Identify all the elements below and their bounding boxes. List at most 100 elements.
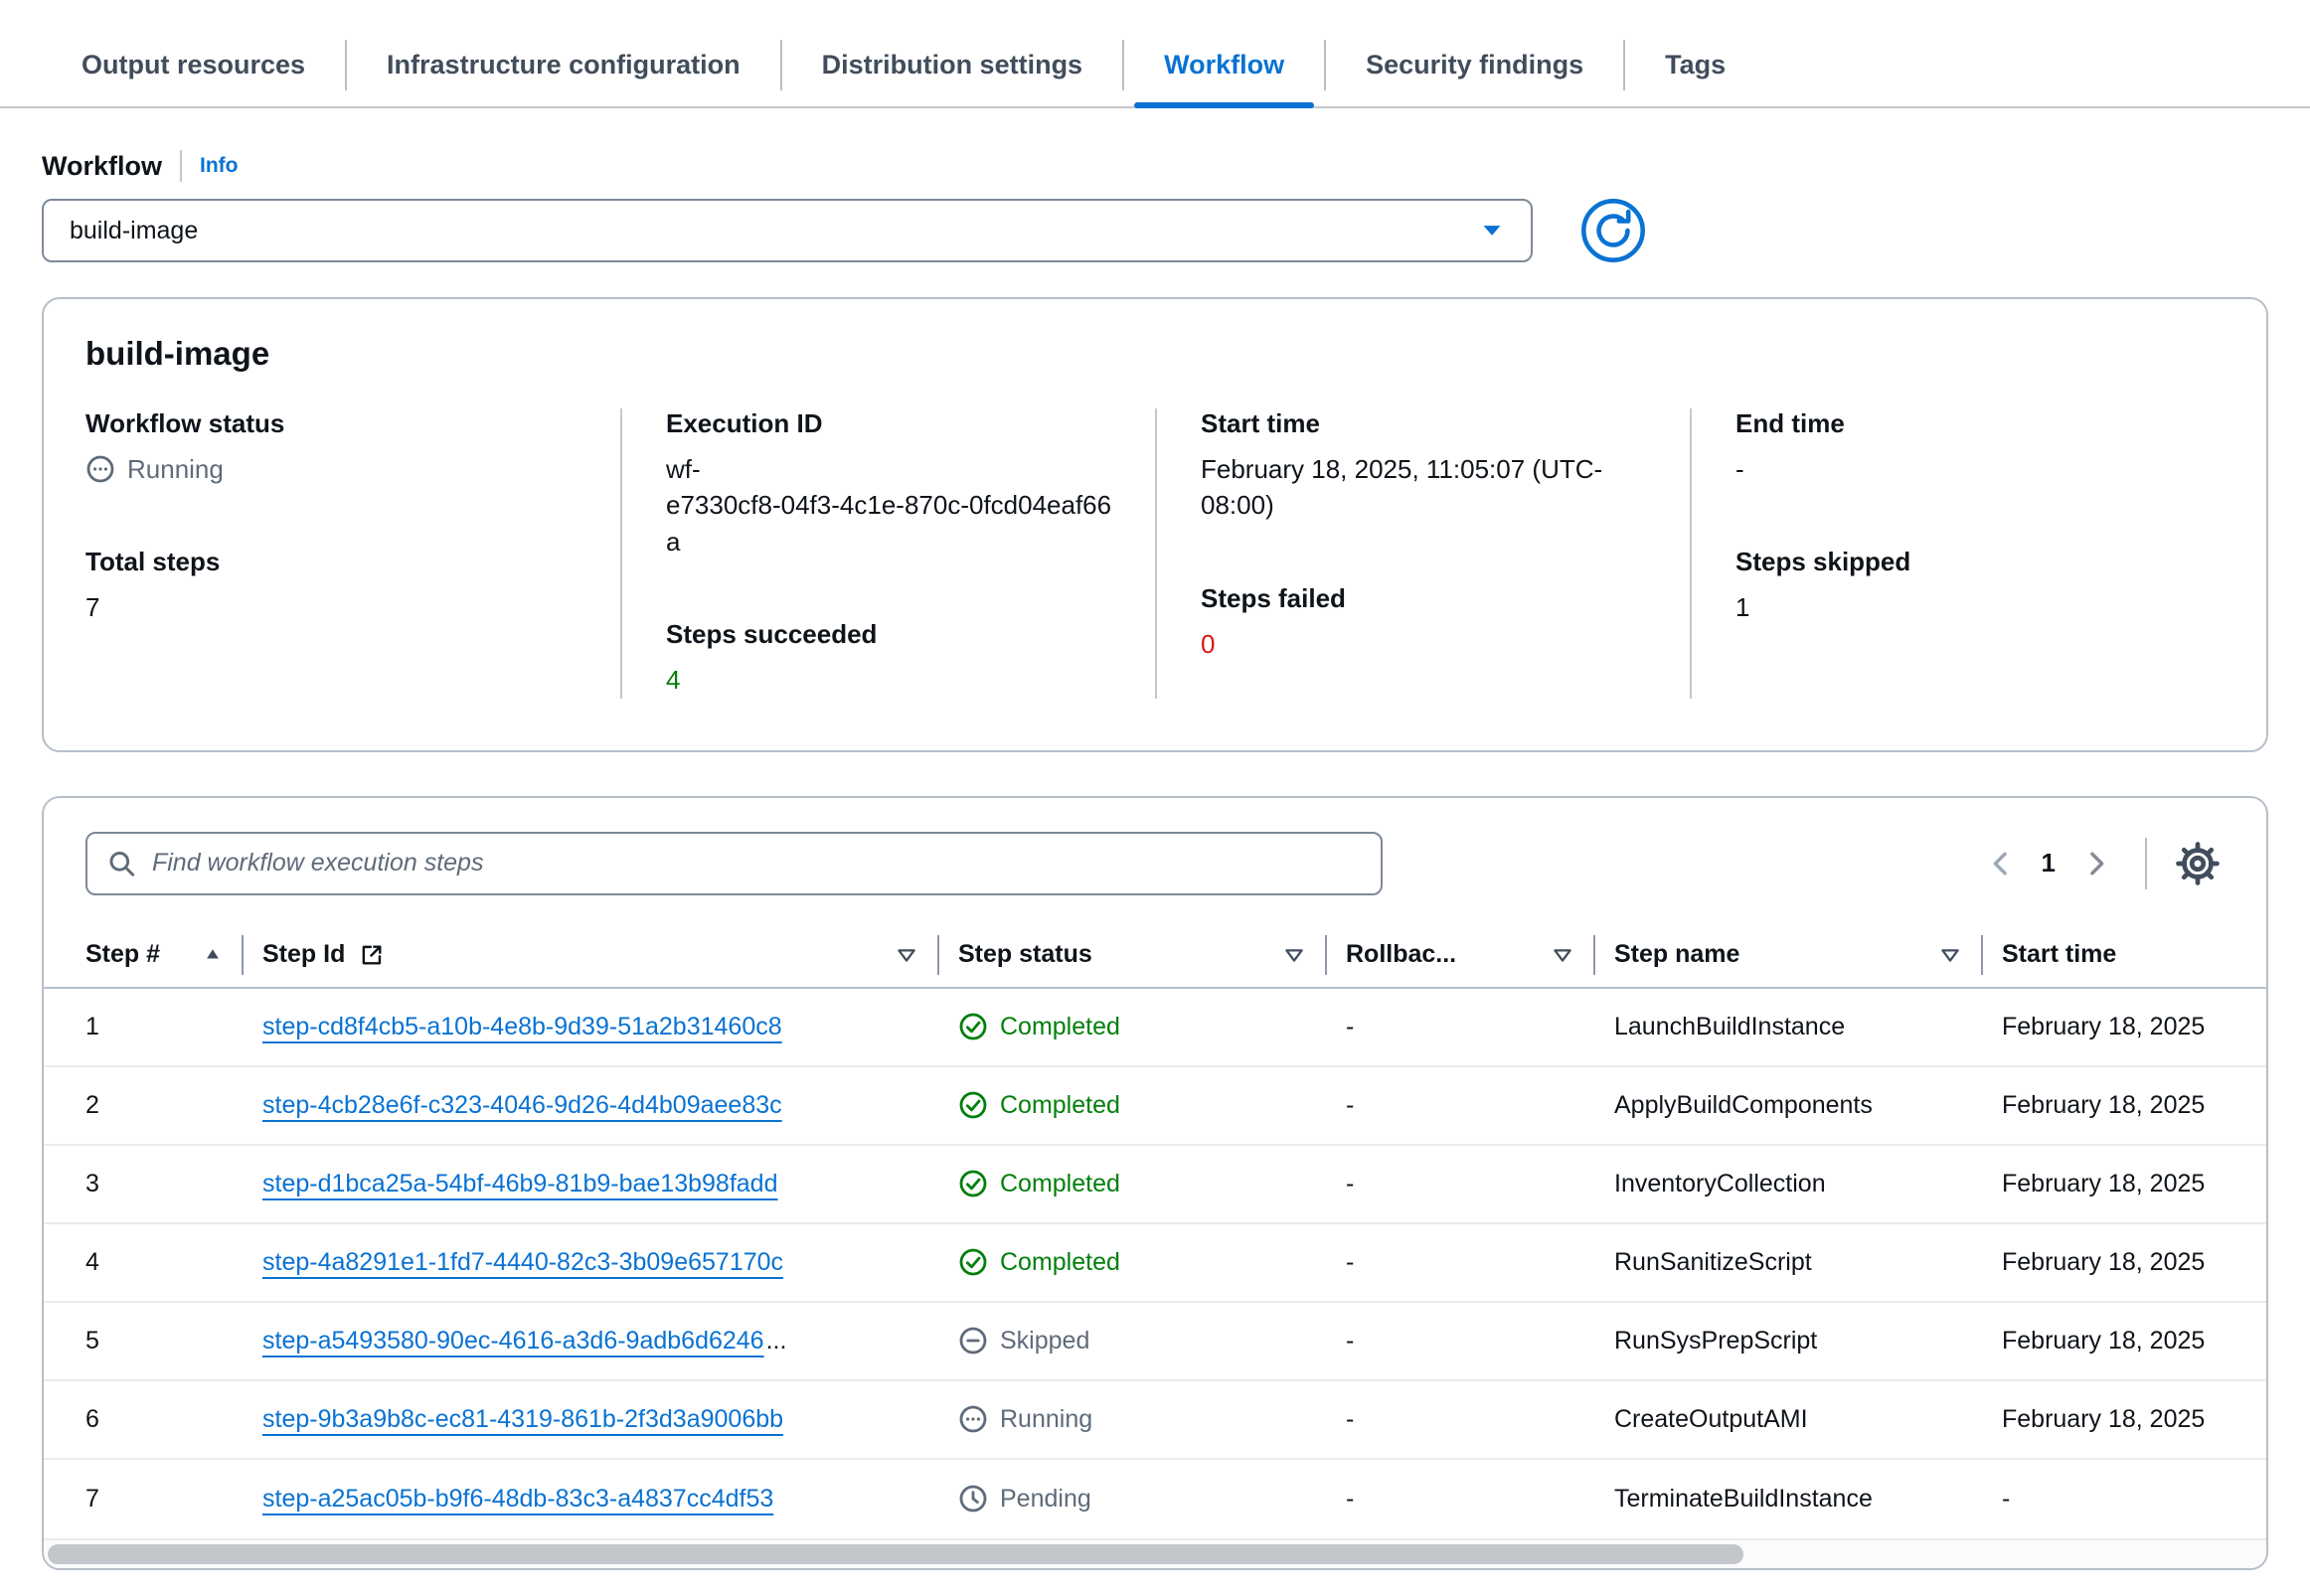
step-id-cell: step-a25ac05b-b9f6-48db-83c3-a4837cc4df5…	[243, 1485, 938, 1514]
summary-field: Steps skipped1	[1735, 547, 2189, 625]
chevron-right-icon	[2081, 849, 2111, 878]
step-name-cell: TerminateBuildInstance	[1594, 1485, 1982, 1514]
rollback-status-cell: -	[1326, 1248, 1594, 1277]
start-time-cell: February 18, 2025	[1982, 1248, 2266, 1277]
gear-icon	[2176, 842, 2220, 885]
workflow-summary-card: build-image Workflow statusRunningTotal …	[42, 297, 2268, 752]
table-row: 5step-a5493580-90ec-4616-a3d6-9adb6d6246…	[44, 1303, 2266, 1381]
step-id-link[interactable]: step-a5493580-90ec-4616-a3d6-9adb6d6246	[262, 1327, 764, 1356]
pagination-current-page[interactable]: 1	[2042, 848, 2056, 878]
step-number-cell: 7	[44, 1485, 243, 1514]
search-box[interactable]	[85, 832, 1383, 895]
table-body: 1step-cd8f4cb5-a10b-4e8b-9d39-51a2b31460…	[44, 989, 2266, 1538]
pagination-prev-button[interactable]	[1976, 839, 2026, 888]
filter-icon[interactable]	[1551, 943, 1574, 967]
step-id-link[interactable]: step-9b3a9b8c-ec81-4319-861b-2f3d3a9006b…	[262, 1405, 783, 1434]
workflow-select[interactable]: build-image	[42, 199, 1533, 262]
column-header-step-status[interactable]: Step status	[938, 923, 1326, 987]
tab-distribution-settings[interactable]: Distribution settings	[782, 38, 1123, 106]
search-icon	[107, 849, 136, 878]
summary-column: Execution ID wf-e7330cf8‑04f3‑4c1e‑870c‑0…	[620, 408, 1155, 699]
step-number-cell: 4	[44, 1248, 243, 1277]
step-name-cell: InventoryCollection	[1594, 1170, 1982, 1198]
tabs: Output resourcesInfrastructure configura…	[42, 38, 2310, 106]
settings-button[interactable]	[2171, 837, 2225, 890]
step-name-cell: RunSysPrepScript	[1594, 1327, 1982, 1356]
filter-icon[interactable]	[1938, 943, 1962, 967]
tab-output-resources[interactable]: Output resources	[42, 38, 345, 106]
start-time-cell: February 18, 2025	[1982, 1013, 2266, 1041]
toolbar-divider	[2145, 838, 2147, 889]
truncation-ellipsis: ...	[766, 1327, 787, 1356]
summary-field: Steps failed0	[1201, 583, 1654, 662]
column-header-label: Step #	[85, 940, 160, 969]
info-link[interactable]: Info	[200, 154, 238, 178]
step-id-cell: step-cd8f4cb5-a10b-4e8b-9d39-51a2b31460c…	[243, 1013, 938, 1041]
tab-tags[interactable]: Tags	[1625, 38, 1765, 106]
refresh-button[interactable]	[1580, 198, 1646, 263]
column-header-start-time[interactable]: Start time	[1982, 923, 2266, 987]
status-text: Completed	[1000, 1248, 1120, 1277]
summary-field: Steps succeeded4	[666, 619, 1119, 698]
field-value: 7	[85, 589, 584, 625]
field-label: End time	[1735, 408, 2189, 439]
column-header-step-name[interactable]: Step name	[1594, 923, 1982, 987]
column-header-rollbac[interactable]: Rollbac...	[1326, 923, 1594, 987]
steps-table-card: 1 Step # Step Id Step status Rollbac... Step…	[42, 796, 2268, 1570]
tab-workflow[interactable]: Workflow	[1124, 38, 1324, 106]
field-value: 4	[666, 662, 1119, 698]
success-icon	[958, 1090, 988, 1120]
step-id-link[interactable]: step-d1bca25a-54bf-46b9-81b9-bae13b98fad…	[262, 1170, 777, 1198]
column-header-label: Step status	[958, 940, 1092, 969]
column-header-step[interactable]: Step #	[44, 923, 243, 987]
step-id-cell: step-4a8291e1-1fd7-4440-82c3-3b09e657170…	[243, 1248, 938, 1277]
step-id-link[interactable]: step-4cb28e6f-c323-4046-9d26-4d4b09aee83…	[262, 1091, 782, 1120]
start-time-cell: February 18, 2025	[1982, 1170, 2266, 1198]
step-name-cell: ApplyBuildComponents	[1594, 1091, 1982, 1120]
field-label: Workflow status	[85, 408, 584, 439]
step-status-cell: Completed	[938, 1012, 1326, 1041]
field-value: wf-e7330cf8‑04f3‑4c1e‑870c‑0fcd04eaf66a	[666, 451, 1119, 559]
pagination-next-button[interactable]	[2071, 839, 2121, 888]
start-time-cell: -	[1982, 1485, 2266, 1514]
summary-field: Start timeFebruary 18, 2025, 11:05:07 (U…	[1201, 408, 1654, 524]
scrollbar-thumb[interactable]	[48, 1544, 1743, 1564]
table-row: 4 step-4a8291e1-1fd7-4440-82c3-3b09e65717…	[44, 1224, 2266, 1303]
search-input[interactable]	[150, 848, 1361, 878]
step-id-cell: step-9b3a9b8c-ec81-4319-861b-2f3d3a9006b…	[243, 1405, 938, 1434]
label-divider	[180, 150, 182, 182]
summary-field: Workflow statusRunning	[85, 408, 584, 487]
filter-icon[interactable]	[1282, 943, 1306, 967]
tab-security-findings[interactable]: Security findings	[1326, 38, 1623, 106]
summary-grid: Workflow statusRunningTotal steps7Execut…	[85, 408, 2225, 699]
summary-field: Execution ID wf-e7330cf8‑04f3‑4c1e‑870c‑0…	[666, 408, 1119, 559]
rollback-status-cell: -	[1326, 1327, 1594, 1356]
status-text: Completed	[1000, 1091, 1120, 1120]
success-icon	[958, 1012, 988, 1041]
summary-title: build-image	[85, 335, 2225, 373]
step-name-cell: RunSanitizeScript	[1594, 1248, 1982, 1277]
field-value: 1	[1735, 589, 2189, 625]
summary-column: Start timeFebruary 18, 2025, 11:05:07 (U…	[1155, 408, 1690, 699]
step-id-link[interactable]: step-a25ac05b-b9f6-48db-83c3-a4837cc4df5…	[262, 1485, 773, 1514]
chevron-left-icon	[1986, 849, 2016, 878]
table-toolbar: 1	[44, 798, 2266, 923]
step-id-link[interactable]: step-cd8f4cb5-a10b-4e8b-9d39-51a2b31460c…	[262, 1013, 782, 1041]
tab-infrastructure-configuration[interactable]: Infrastructure configuration	[347, 38, 780, 106]
column-header-step-id[interactable]: Step Id	[243, 923, 938, 987]
field-label: Execution ID	[666, 408, 1119, 439]
step-id-link[interactable]: step-4a8291e1-1fd7-4440-82c3-3b09e657170…	[262, 1248, 783, 1277]
horizontal-scrollbar[interactable]	[44, 1538, 2266, 1568]
status-text: Completed	[1000, 1013, 1120, 1041]
caret-down-icon	[1479, 218, 1505, 243]
workflow-section-label: Workflow	[42, 151, 162, 182]
table-row: 7 step-a25ac05b-b9f6-48db-83c3-a4837cc4df…	[44, 1460, 2266, 1538]
refresh-icon	[1580, 198, 1646, 263]
sort-ascending-icon[interactable]	[203, 945, 223, 965]
field-value: 0	[1201, 626, 1654, 662]
step-status-cell: Running	[938, 1404, 1326, 1434]
column-header-label: Step name	[1614, 940, 1739, 969]
filter-icon[interactable]	[895, 943, 918, 967]
start-time-cell: February 18, 2025	[1982, 1091, 2266, 1120]
workflow-selector-row: build-image	[42, 198, 2268, 263]
